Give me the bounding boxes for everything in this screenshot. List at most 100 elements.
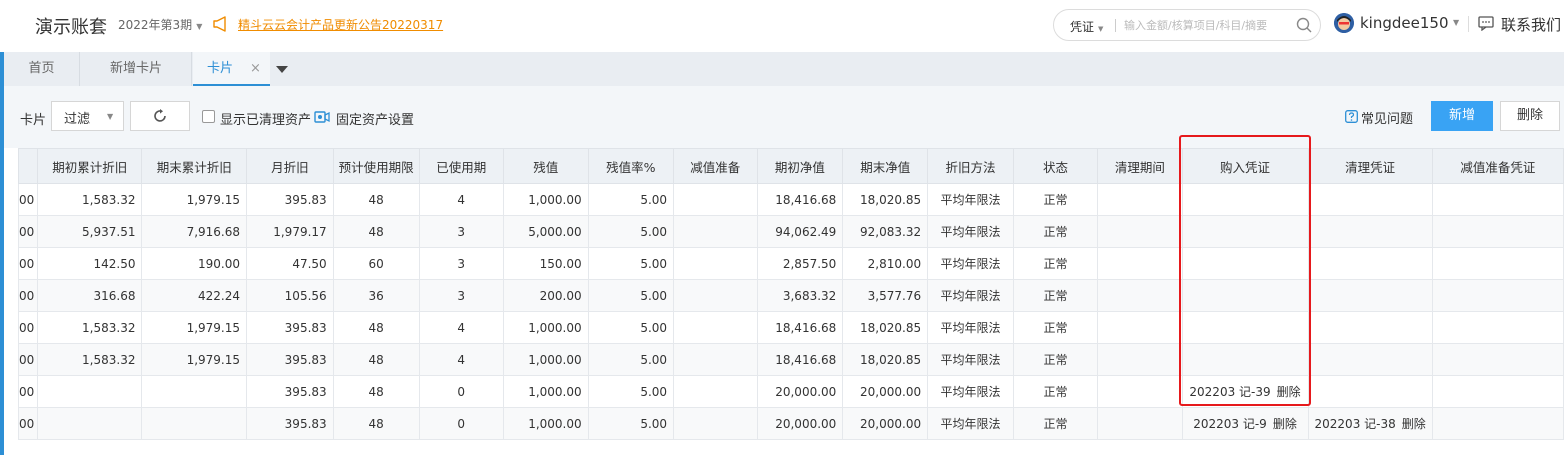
cell-impair xyxy=(673,375,758,408)
table-row[interactable]: 00 1,583.32 1,979.15 395.83 48 4 1,000.00 5.00 1… xyxy=(18,343,1564,376)
camera-settings-icon[interactable] xyxy=(314,111,330,123)
cell-purchase-voucher xyxy=(1181,279,1309,312)
column-header[interactable]: 期初净值 xyxy=(756,148,844,184)
cell-clear-voucher xyxy=(1307,215,1433,248)
column-header[interactable]: 预计使用期限 xyxy=(332,148,420,184)
cell-clear-voucher: 202203 记-38 删除 xyxy=(1307,407,1433,440)
column-header[interactable]: 减值准备凭证 xyxy=(1431,148,1564,184)
search-input[interactable] xyxy=(1124,16,1292,34)
cell-life: 48 xyxy=(332,343,420,376)
purchase-voucher-link[interactable]: 202203 记-9 xyxy=(1193,417,1267,431)
cell-life: 36 xyxy=(332,279,420,312)
show-cleared-checkbox[interactable] xyxy=(202,110,215,123)
chat-icon[interactable] xyxy=(1478,16,1494,31)
cell-impair xyxy=(673,183,758,216)
column-header[interactable]: 减值准备 xyxy=(673,148,758,184)
cell-used: 4 xyxy=(418,183,504,216)
filter-select[interactable]: 过滤 ▼ xyxy=(51,101,124,131)
cell-open-dep: 1,583.32 xyxy=(36,343,143,376)
table-row[interactable]: 00 1,583.32 1,979.15 395.83 48 4 1,000.00 5.00 1… xyxy=(18,311,1564,344)
period-selector[interactable]: 2022年第3期 ▼ xyxy=(118,16,202,33)
cell-method: 平均年限法 xyxy=(927,215,1014,248)
tab-add-card[interactable]: 新增卡片 xyxy=(81,52,192,86)
clear-voucher-link[interactable]: 202203 记-38 xyxy=(1315,417,1396,431)
cell-life: 48 xyxy=(332,183,420,216)
column-header[interactable]: 月折旧 xyxy=(246,148,334,184)
cell-residual: 150.00 xyxy=(502,247,589,280)
app-root: 演示账套 2022年第3期 ▼ 精斗云云会计产品更新公告20220317 凭证 ▼ … xyxy=(0,0,1564,455)
asset-settings-link[interactable]: 固定资产设置 xyxy=(336,109,414,128)
column-header[interactable]: 期末净值 xyxy=(842,148,929,184)
tab-menu-button[interactable] xyxy=(270,52,294,86)
delete-button[interactable]: 删除 xyxy=(1500,101,1560,131)
cell-impair-voucher xyxy=(1431,375,1564,408)
column-header[interactable]: 折旧方法 xyxy=(927,148,1014,184)
column-header[interactable]: 清理凭证 xyxy=(1307,148,1433,184)
column-header[interactable]: 残值 xyxy=(502,148,589,184)
faq-link[interactable]: 常见问题 xyxy=(1361,108,1413,127)
cell-lead: 00 xyxy=(18,311,38,344)
column-header[interactable]: 期初累计折旧 xyxy=(36,148,143,184)
cell-monthly: 395.83 xyxy=(246,311,334,344)
cell-status: 正常 xyxy=(1012,311,1099,344)
table-row[interactable]: 00 1,583.32 1,979.15 395.83 48 4 1,000.00 5.00 1… xyxy=(18,183,1564,216)
cell-clear-voucher xyxy=(1307,247,1433,280)
cell-used: 3 xyxy=(418,215,504,248)
cell-residual: 1,000.00 xyxy=(502,183,589,216)
column-header[interactable]: 残值率% xyxy=(587,148,675,184)
clear-voucher-delete[interactable]: 删除 xyxy=(1402,417,1426,431)
contact-us-link[interactable]: 联系我们 xyxy=(1501,14,1561,35)
cell-lead: 00 xyxy=(18,375,38,408)
table-row[interactable]: 00 142.50 190.00 47.50 60 3 150.00 5.00 2,857.50… xyxy=(18,247,1564,280)
cell-lead: 00 xyxy=(18,247,38,280)
cell-residual: 5,000.00 xyxy=(502,215,589,248)
column-header[interactable]: 已使用期 xyxy=(418,148,504,184)
cell-rate: 5.00 xyxy=(587,279,675,312)
username[interactable]: kingdee150 xyxy=(1360,14,1449,32)
cell-life: 60 xyxy=(332,247,420,280)
period-label: 2022年第3期 xyxy=(118,18,193,32)
cell-monthly: 1,979.17 xyxy=(246,215,334,248)
table-row[interactable]: 00 316.68 422.24 105.56 36 3 200.00 5.00 3,683.3… xyxy=(18,279,1564,312)
caret-down-icon: ▼ xyxy=(196,22,203,31)
cell-used: 3 xyxy=(418,247,504,280)
cell-impair-voucher xyxy=(1431,407,1564,440)
avatar[interactable] xyxy=(1334,13,1354,33)
asset-card-table: 期初累计折旧 期末累计折旧 月折旧 预计使用期限 已使用期 残值 残值率% 减值… xyxy=(18,148,1564,455)
cell-open-dep: 142.50 xyxy=(36,247,143,280)
search-icon[interactable] xyxy=(1296,17,1312,33)
cell-close-net: 18,020.85 xyxy=(842,311,929,344)
cell-status: 正常 xyxy=(1012,247,1099,280)
notice-link[interactable]: 精斗云云会计产品更新公告20220317 xyxy=(238,16,443,33)
cell-method: 平均年限法 xyxy=(927,183,1014,216)
cell-impair-voucher xyxy=(1431,311,1564,344)
purchase-voucher-link[interactable]: 202203 记-39 xyxy=(1189,385,1270,399)
cell-rate: 5.00 xyxy=(587,247,675,280)
tab-card[interactable]: 卡片 × xyxy=(193,52,270,86)
cell-status: 正常 xyxy=(1012,343,1099,376)
caret-down-icon[interactable]: ▼ xyxy=(1453,18,1459,27)
column-header[interactable]: 购入凭证 xyxy=(1181,148,1309,184)
tab-home[interactable]: 首页 xyxy=(4,52,80,86)
search-type-select[interactable]: 凭证 ▼ xyxy=(1070,18,1103,35)
table-row[interactable]: 00 395.83 48 0 1,000.00 5.00 20,000.00 20,000.0… xyxy=(18,375,1564,408)
close-icon[interactable]: × xyxy=(250,52,261,86)
table-row[interactable]: 00 5,937.51 7,916.68 1,979.17 48 3 5,000.00 5.0… xyxy=(18,215,1564,248)
question-icon[interactable] xyxy=(1345,110,1358,123)
cell-close-net: 20,000.00 xyxy=(842,375,929,408)
new-button[interactable]: 新增 xyxy=(1431,101,1493,131)
cell-used: 0 xyxy=(418,407,504,440)
column-header[interactable]: 状态 xyxy=(1012,148,1099,184)
cell-open-net: 94,062.49 xyxy=(756,215,844,248)
speaker-icon xyxy=(213,16,226,32)
show-cleared-label[interactable]: 显示已清理资产 xyxy=(220,109,311,128)
column-header[interactable]: 清理期间 xyxy=(1097,148,1183,184)
refresh-button[interactable] xyxy=(130,101,190,131)
cell-impair xyxy=(673,407,758,440)
purchase-voucher-delete[interactable]: 删除 xyxy=(1277,385,1301,399)
cell-monthly: 395.83 xyxy=(246,375,334,408)
purchase-voucher-delete[interactable]: 删除 xyxy=(1273,417,1297,431)
column-header[interactable]: 期末累计折旧 xyxy=(141,148,248,184)
table-row[interactable]: 00 395.83 48 0 1,000.00 5.00 20,000.00 20,000.0… xyxy=(18,407,1564,440)
cell-used: 3 xyxy=(418,279,504,312)
